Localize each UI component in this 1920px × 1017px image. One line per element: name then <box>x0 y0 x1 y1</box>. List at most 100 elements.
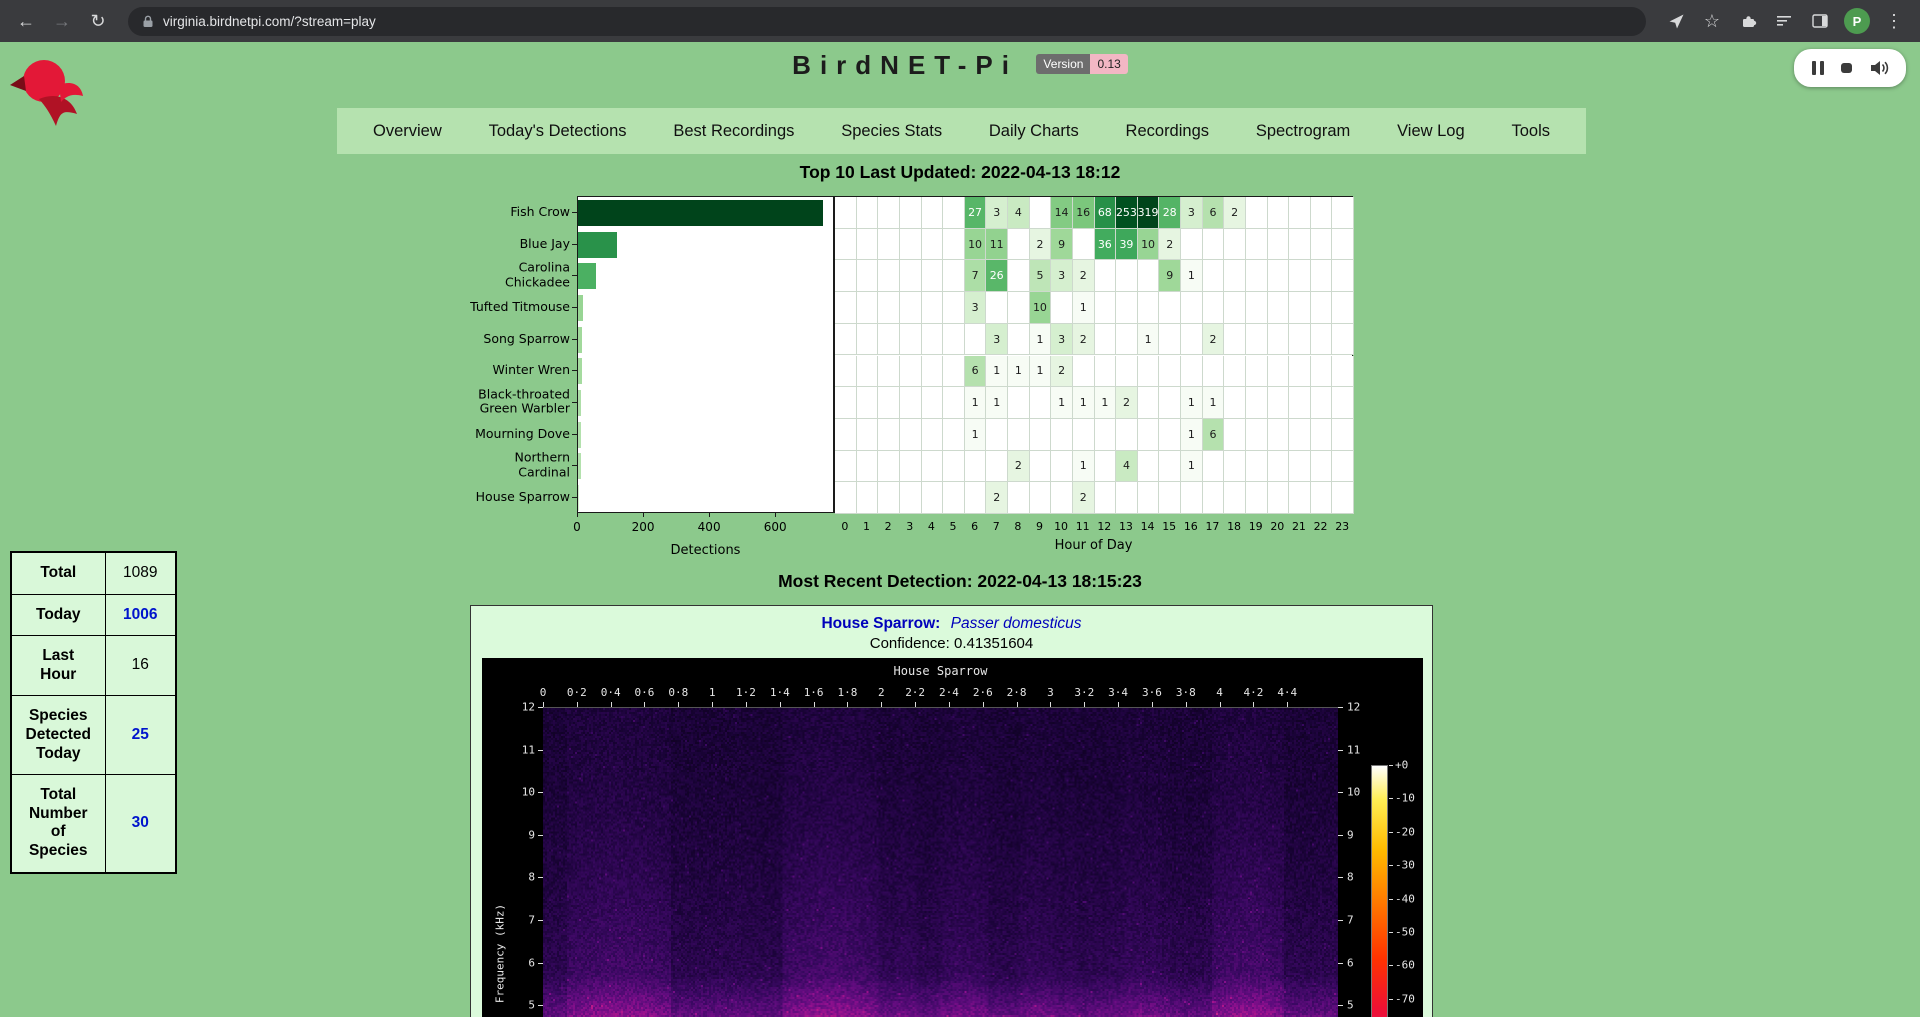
axis-tick-mark <box>881 702 882 707</box>
heatmap-cell <box>1073 356 1095 388</box>
heatmap-cell <box>1268 197 1290 229</box>
stats-row: Total Number of Species30 <box>11 775 176 873</box>
detections-bar <box>578 390 581 416</box>
axis-tick-mark <box>1389 765 1393 766</box>
heatmap-cell <box>1332 451 1354 483</box>
species-tick-label: Tufted Titmouse <box>410 300 570 314</box>
hour-tick-label: 17 <box>1205 520 1219 533</box>
forward-button[interactable]: → <box>46 5 78 37</box>
stat-value: 16 <box>105 636 176 696</box>
side-panel-icon[interactable] <box>1804 5 1836 37</box>
pause-button[interactable] <box>1812 61 1824 75</box>
axis-tick-mark <box>538 792 543 793</box>
heatmap-cell: 1 <box>1181 419 1203 451</box>
heatmap-cell: 2 <box>1073 482 1095 514</box>
heatmap-cell <box>1246 260 1268 292</box>
heatmap-cell: 14 <box>1051 197 1073 229</box>
heatmap-cell <box>1224 419 1246 451</box>
heatmap-cell <box>878 197 900 229</box>
heatmap-cell: 2 <box>1008 451 1030 483</box>
confidence-text: Confidence: 0.41351604 <box>471 635 1432 652</box>
share-icon[interactable] <box>1660 5 1692 37</box>
recent-detection-panel: House Sparrow: Passer domesticus Confide… <box>470 605 1433 1017</box>
freq-tick-label-right: 5 <box>1347 1000 1354 1011</box>
heatmap-cell <box>835 229 857 261</box>
detections-bar <box>578 358 582 384</box>
axis-tick-mark <box>611 702 612 707</box>
heatmap-cell <box>1311 419 1333 451</box>
axis-tick-mark <box>1389 899 1393 900</box>
heatmap-cell <box>1289 482 1311 514</box>
hour-tick-label: 7 <box>993 520 1000 533</box>
time-tick-label: 1·2 <box>736 687 756 698</box>
freq-tick-label-left: 11 <box>501 744 535 755</box>
heatmap-cell <box>1289 419 1311 451</box>
stat-value[interactable]: 30 <box>105 775 176 873</box>
heatmap-cell <box>1051 451 1073 483</box>
menu-dots-icon[interactable]: ⋮ <box>1878 5 1910 37</box>
heatmap-cell <box>857 356 879 388</box>
axis-tick-mark <box>538 877 543 878</box>
time-tick-label: 2·8 <box>1007 687 1027 698</box>
heatmap-cell <box>878 324 900 356</box>
detections-bar <box>578 232 617 258</box>
extensions-puzzle-icon[interactable] <box>1732 5 1764 37</box>
heatmap-plot: 2734141668253319283621011293639102726532… <box>834 196 1353 513</box>
axis-tick-mark <box>1253 702 1254 707</box>
heatmap-cell <box>943 387 965 419</box>
media-seek-handle[interactable] <box>1841 63 1852 73</box>
heatmap-cell <box>1095 356 1117 388</box>
y-tick-mark <box>572 402 577 403</box>
heatmap-cell <box>965 482 987 514</box>
heatmap-cell <box>943 324 965 356</box>
heatmap-cell <box>1051 419 1073 451</box>
reload-button[interactable]: ↻ <box>82 5 114 37</box>
heatmap-cell <box>1246 292 1268 324</box>
heatmap-cell: 2 <box>1073 324 1095 356</box>
scale-tick-label: +0 <box>1395 760 1408 771</box>
bookmark-star-icon[interactable]: ☆ <box>1696 5 1728 37</box>
volume-icon[interactable] <box>1870 60 1889 76</box>
back-button[interactable]: ← <box>10 5 42 37</box>
heatmap-cell <box>1030 419 1052 451</box>
hour-tick-label: 12 <box>1097 520 1111 533</box>
heatmap-cell: 7 <box>965 260 987 292</box>
axis-tick-mark <box>1338 920 1343 921</box>
time-tick-label: 2 <box>878 687 885 698</box>
time-tick-label: 3·4 <box>1108 687 1128 698</box>
species-common-name[interactable]: House Sparrow: <box>821 615 940 632</box>
heatmap-cell: 10 <box>965 229 987 261</box>
reading-list-icon[interactable] <box>1768 5 1800 37</box>
heatmap-cell: 2 <box>1224 197 1246 229</box>
freq-tick-label-right: 7 <box>1347 915 1354 926</box>
stat-value[interactable]: 25 <box>105 696 176 775</box>
heatmap-cell: 4 <box>1008 197 1030 229</box>
heatmap-cell <box>1224 356 1246 388</box>
address-bar[interactable]: virginia.birdnetpi.com/?stream=play <box>128 7 1646 36</box>
axis-tick-mark <box>1287 702 1288 707</box>
freq-tick-label-left: 8 <box>501 872 535 883</box>
stat-label: Last Hour <box>11 636 105 696</box>
heatmap-cell <box>1051 482 1073 514</box>
heatmap-cell <box>857 324 879 356</box>
heatmap-cell: 2 <box>1073 260 1095 292</box>
heatmap-cell <box>1116 482 1138 514</box>
freq-tick-label-right: 12 <box>1347 702 1360 713</box>
heatmap-cell <box>922 292 944 324</box>
axis-tick-mark <box>678 702 679 707</box>
heatmap-cell <box>1246 419 1268 451</box>
heatmap-cell <box>1224 229 1246 261</box>
stat-value[interactable]: 1006 <box>105 594 176 636</box>
bar-x-tick-label: 200 <box>632 520 655 534</box>
time-tick-label: 1 <box>709 687 716 698</box>
heatmap-cell <box>1311 482 1333 514</box>
stats-table: Total1089Today1006Last Hour16Species Det… <box>10 551 177 874</box>
heatmap-cell <box>1203 356 1225 388</box>
profile-avatar[interactable]: P <box>1844 8 1870 34</box>
heatmap-cell <box>943 197 965 229</box>
heatmap-cell: 11 <box>986 229 1008 261</box>
time-tick-label: 0 <box>540 687 547 698</box>
heatmap-cell <box>1030 387 1052 419</box>
heatmap-cell <box>835 324 857 356</box>
heatmap-cell <box>1008 482 1030 514</box>
